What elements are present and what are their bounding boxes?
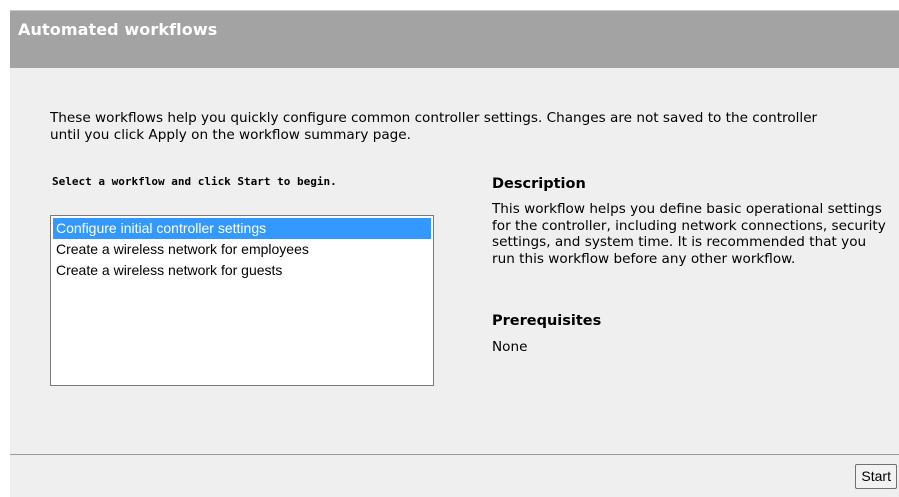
dialog-title: Automated workflows <box>18 20 218 39</box>
content-panel: These workflows help you quickly configu… <box>10 68 899 454</box>
prerequisites-text: None <box>492 339 528 355</box>
dialog-footer: Start <box>10 454 899 497</box>
workflow-item-initial-settings[interactable]: Configure initial controller settings <box>53 218 431 239</box>
automated-workflows-dialog: Automated workflows These workflows help… <box>0 0 899 497</box>
start-button[interactable]: Start <box>855 464 897 489</box>
description-heading: Description <box>492 176 586 192</box>
title-bar: Automated workflows <box>10 10 899 68</box>
workflow-select-label: Select a workflow and click Start to beg… <box>52 175 337 188</box>
intro-text: These workflows help you quickly configu… <box>50 110 818 143</box>
workflow-item-employee-network[interactable]: Create a wireless network for employees <box>53 239 431 260</box>
workflow-listbox[interactable]: Configure initial controller settings Cr… <box>50 215 434 386</box>
prerequisites-heading: Prerequisites <box>492 313 602 329</box>
description-text: This workflow helps you define basic ope… <box>492 201 886 267</box>
workflow-item-guest-network[interactable]: Create a wireless network for guests <box>53 260 431 281</box>
